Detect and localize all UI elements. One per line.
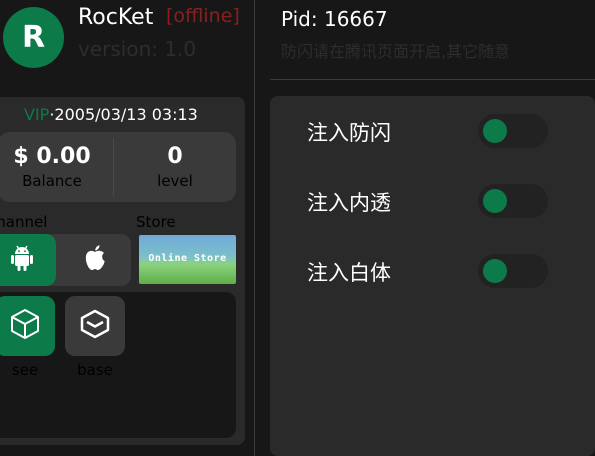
- store-banner-text: Online Store: [148, 253, 227, 264]
- version-text: version: 1.0: [78, 37, 197, 61]
- pane-divider: [254, 0, 255, 456]
- vip-expiry-date: 2005/03/13 03:13: [54, 105, 198, 124]
- channel-apple-button[interactable]: [68, 234, 122, 286]
- card-divider: [113, 138, 114, 196]
- balance-label: Balance: [22, 172, 82, 190]
- tool-base-button[interactable]: [65, 296, 125, 356]
- android-icon: [8, 243, 36, 277]
- cube-icon: [8, 307, 42, 345]
- online-store-banner[interactable]: Online Store: [139, 235, 236, 284]
- store-label: Store: [136, 213, 176, 231]
- vip-line: VIP·2005/03/13 03:13: [24, 105, 198, 124]
- level-label: level: [157, 172, 193, 190]
- toggle-knob: [483, 189, 507, 213]
- channel-android-button[interactable]: [0, 234, 56, 286]
- toggle-knob: [483, 119, 507, 143]
- header-divider: [270, 79, 595, 80]
- toggle-white-body[interactable]: [478, 254, 548, 288]
- hint-text: 防闪请在腾讯页面开启,其它随意: [281, 42, 511, 61]
- toggle-see-through[interactable]: [478, 184, 548, 218]
- tool-see-button[interactable]: [0, 296, 55, 356]
- status-badge: [offline]: [166, 5, 240, 27]
- process-id: Pid: 16667: [281, 7, 388, 31]
- balance-value: $ 0.00: [13, 144, 91, 169]
- tool-see-label: see: [11, 361, 39, 379]
- layers-icon: [78, 307, 112, 345]
- apple-icon: [82, 243, 108, 277]
- vip-label: VIP: [24, 105, 50, 124]
- level-value: 0: [167, 144, 183, 169]
- avatar: R: [3, 7, 64, 68]
- option-label-anti-flash: 注入防闪: [307, 121, 391, 145]
- channel-label: channel: [0, 213, 48, 231]
- option-label-white-body: 注入白体: [307, 261, 391, 285]
- tool-base-label: base: [77, 361, 113, 379]
- option-label-see-through: 注入内透: [307, 191, 391, 215]
- toggle-anti-flash[interactable]: [478, 114, 548, 148]
- toggle-knob: [483, 259, 507, 283]
- app-name: RocKet: [78, 5, 154, 30]
